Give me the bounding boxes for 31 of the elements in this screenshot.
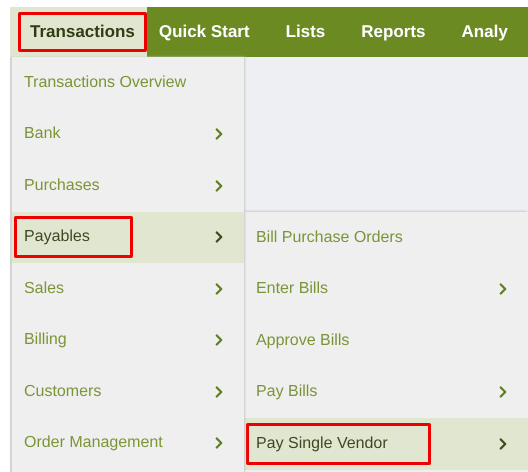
menu-item-label: Pay Single Vendor — [246, 422, 431, 465]
menu-item[interactable]: Bill Purchase Orders — [244, 212, 528, 264]
menu-item[interactable]: Purchases — [12, 160, 244, 212]
nav-tab[interactable]: Analy — [450, 12, 520, 52]
nav-tab[interactable]: Transactions — [18, 12, 147, 52]
menu-item-label: Transactions Overview — [23, 72, 188, 93]
nav-tab[interactable]: Quick Start — [146, 12, 262, 52]
menu-item-label: Customers — [23, 382, 102, 402]
menu-item[interactable]: Approve Bills — [244, 315, 528, 366]
menu-item[interactable]: Customers — [12, 366, 244, 418]
menu-item-label: Billing — [23, 330, 68, 350]
menu-item[interactable]: Sales — [12, 263, 244, 314]
menu-item-label: Approve Bills — [255, 330, 350, 351]
menu-item-label: Pay Bills — [255, 382, 318, 402]
menu-item-label: Purchases — [23, 176, 101, 196]
menu-item-label: Bill Purchase Orders — [255, 228, 404, 248]
menu-item[interactable]: Bank — [12, 108, 244, 160]
menu-item[interactable]: Transactions Overview — [12, 57, 244, 108]
menu-item-label: Enter Bills — [255, 279, 330, 300]
menu-item[interactable]: Billing — [12, 314, 244, 366]
menu-item-label: Bank — [23, 124, 62, 144]
menu-item[interactable]: Enter Bills — [244, 264, 528, 315]
menu-item[interactable]: Order Management — [12, 418, 244, 469]
menu-item-label: Order Management — [23, 433, 164, 454]
menu-item[interactable]: Pay Bills — [244, 366, 528, 418]
nav-tab[interactable]: Lists — [274, 12, 338, 52]
menu-item[interactable]: Pay Single Vendor — [244, 418, 528, 470]
menu-item-label: Sales — [23, 278, 66, 299]
menu-item-label: Payables — [14, 216, 133, 258]
nav-tab[interactable]: Reports — [349, 12, 438, 52]
menu-item[interactable]: Payables — [12, 212, 244, 263]
